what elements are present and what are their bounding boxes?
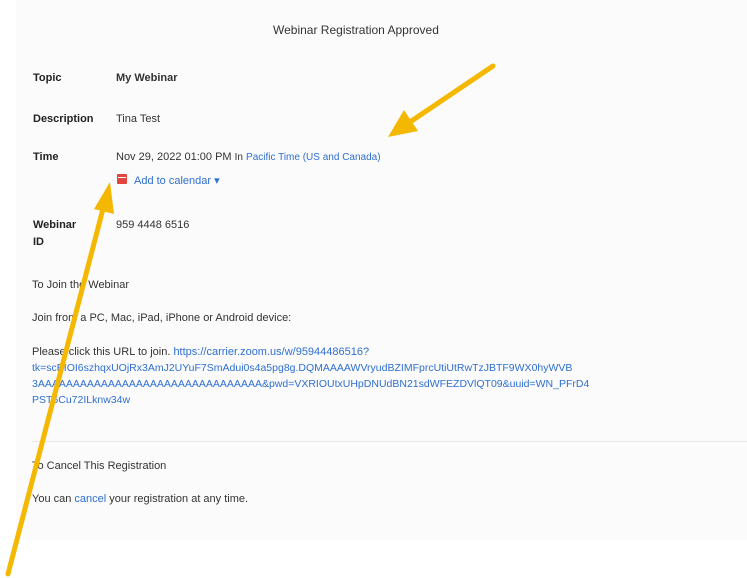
arrow-to-calendar-icon xyxy=(5,182,114,577)
arrow-to-timezone-icon xyxy=(388,63,496,137)
annotation-arrows xyxy=(5,63,496,577)
